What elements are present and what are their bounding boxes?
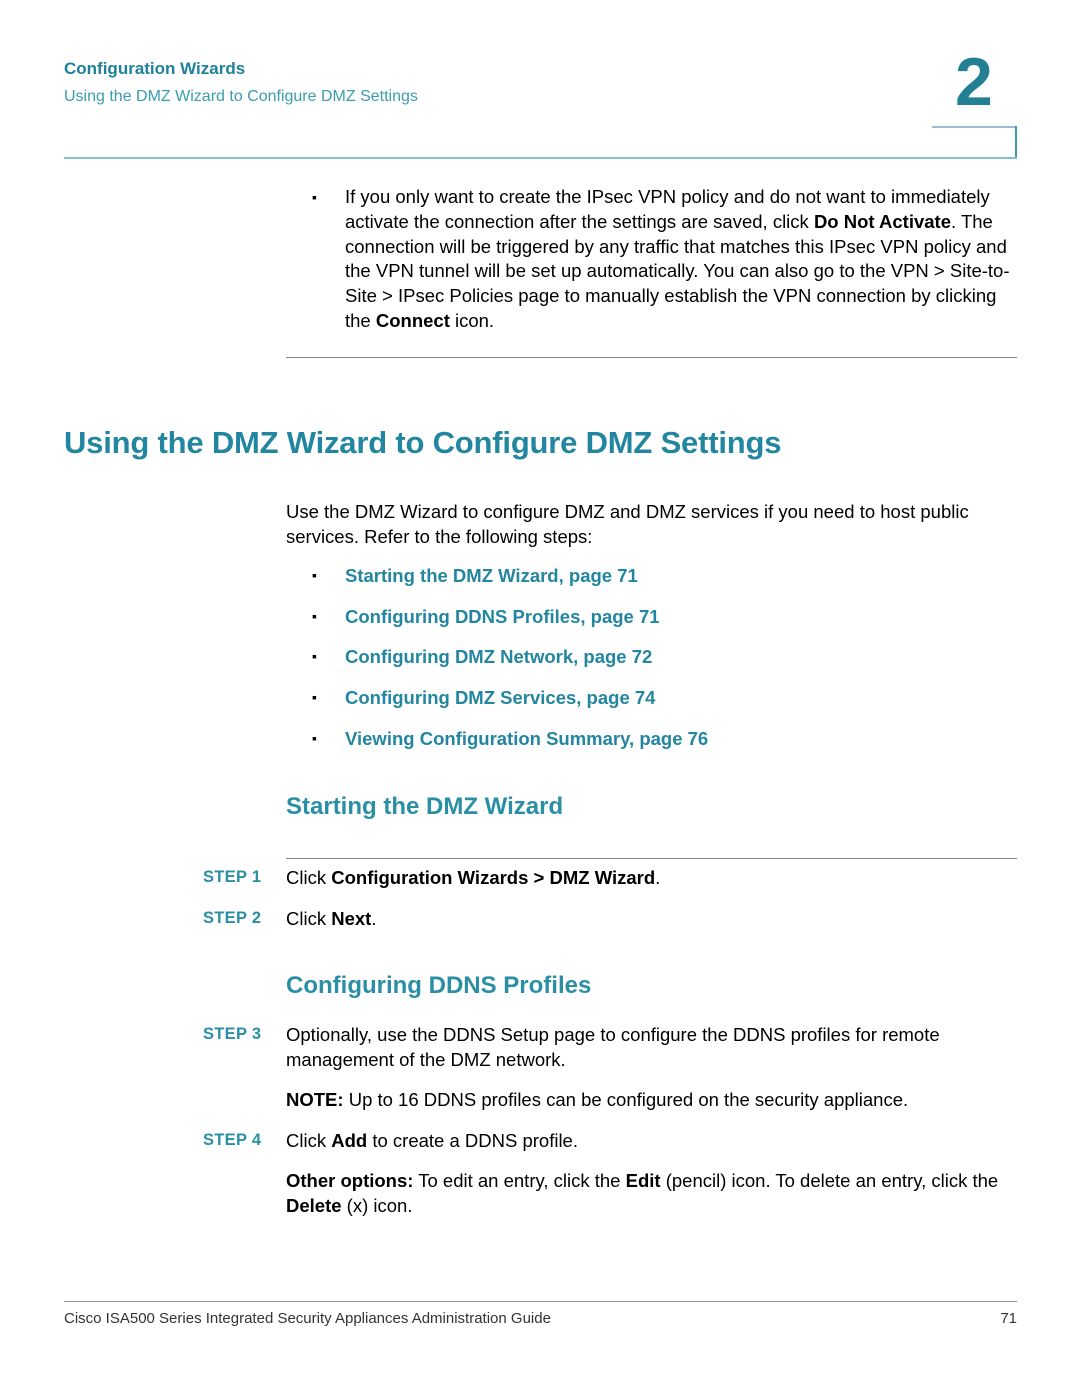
step-label: STEP 4 (203, 1131, 262, 1149)
bullet-icon: ▪ (312, 729, 317, 746)
footer-guide-title: Cisco ISA500 Series Integrated Security … (64, 1310, 551, 1327)
note-text: NOTE: Up to 16 DDNS profiles can be conf… (286, 1087, 1021, 1112)
toc-item: ▪ Viewing Configuration Summary, page 76 (312, 728, 708, 769)
section-heading-starting-dmz-wizard: Starting the DMZ Wizard (286, 793, 564, 820)
menu-path-term: Configuration Wizards > DMZ Wizard (331, 867, 656, 888)
toc-link-configuring-dmz-network[interactable]: Configuring DMZ Network, page 72 (345, 646, 652, 667)
bullet-icon: ▪ (312, 567, 317, 583)
text: Click (286, 908, 332, 929)
section-divider (286, 357, 1017, 358)
chapter-title: Configuration Wizards (64, 59, 246, 78)
section-heading-configuring-ddns-profiles: Configuring DDNS Profiles (286, 972, 592, 999)
chapter-number: 2 (955, 44, 993, 120)
toc-list: ▪ Starting the DMZ Wizard, page 71 ▪ Con… (312, 565, 708, 768)
text: Click (286, 867, 332, 888)
other-options-label: Other options: (286, 1170, 414, 1191)
text: . (371, 908, 377, 929)
do-not-activate-term: Do Not Activate (813, 210, 951, 232)
step-label: STEP 1 (203, 868, 262, 886)
toc-item: ▪ Starting the DMZ Wizard, page 71 (312, 565, 708, 606)
text: . (655, 867, 661, 888)
text: to create a DDNS profile. (367, 1130, 578, 1151)
header-tab-rule (932, 126, 1017, 128)
text: (pencil) icon. To delete an entry, click… (660, 1170, 999, 1191)
next-term: Next (331, 908, 372, 929)
other-options-text: Other options: To edit an entry, click t… (286, 1168, 1026, 1218)
bullet-icon: ▪ (312, 189, 317, 205)
note-label: NOTE: (286, 1089, 344, 1110)
toc-link-viewing-configuration-summary[interactable]: Viewing Configuration Summary, page 76 (345, 728, 708, 749)
text: Up to 16 DDNS profiles can be configured… (343, 1089, 909, 1110)
bullet-icon: ▪ (312, 607, 317, 624)
text: Click (286, 1130, 332, 1151)
text: To edit an entry, click the (413, 1170, 626, 1191)
bullet-icon: ▪ (312, 648, 317, 665)
step-label: STEP 3 (203, 1025, 262, 1043)
section-title: Using the DMZ Wizard to Configure DMZ Se… (64, 88, 418, 105)
toc-item: ▪ Configuring DMZ Network, page 72 (312, 646, 708, 687)
bullet-item: ▪ If you only want to create the IPsec V… (312, 185, 1012, 334)
step-text: Optionally, use the DDNS Setup page to c… (286, 1024, 940, 1070)
bullet-text: If you only want to create the IPsec VPN… (345, 185, 1012, 334)
toc-link-configuring-ddns-profiles[interactable]: Configuring DDNS Profiles, page 71 (345, 606, 660, 627)
intro-paragraph: Use the DMZ Wizard to configure DMZ and … (286, 501, 969, 547)
text: (x) icon. (341, 1195, 413, 1216)
edit-term: Edit (625, 1170, 661, 1191)
header-rule (64, 157, 1017, 159)
step-text: Click Add to create a DDNS profile. (286, 1128, 1021, 1153)
header-tab-edge (1015, 126, 1017, 158)
toc-item: ▪ Configuring DMZ Services, page 74 (312, 687, 708, 728)
footer-rule (64, 1301, 1017, 1302)
text: icon. (449, 309, 495, 331)
step-text: Click Next. (286, 906, 1021, 931)
page-title: Using the DMZ Wizard to Configure DMZ Se… (64, 425, 782, 460)
add-term: Add (331, 1130, 368, 1151)
step-text: Click Configuration Wizards > DMZ Wizard… (286, 865, 1021, 890)
bullet-icon: ▪ (312, 689, 317, 706)
toc-link-configuring-dmz-services[interactable]: Configuring DMZ Services, page 74 (345, 687, 655, 708)
steps-divider (286, 858, 1017, 859)
step-label: STEP 2 (203, 909, 262, 927)
connect-term: Connect (375, 309, 450, 331)
delete-term: Delete (286, 1195, 342, 1216)
footer-page-number: 71 (1000, 1310, 1017, 1327)
toc-item: ▪ Configuring DDNS Profiles, page 71 (312, 606, 708, 647)
toc-link-starting-dmz-wizard[interactable]: Starting the DMZ Wizard, page 71 (345, 565, 638, 586)
